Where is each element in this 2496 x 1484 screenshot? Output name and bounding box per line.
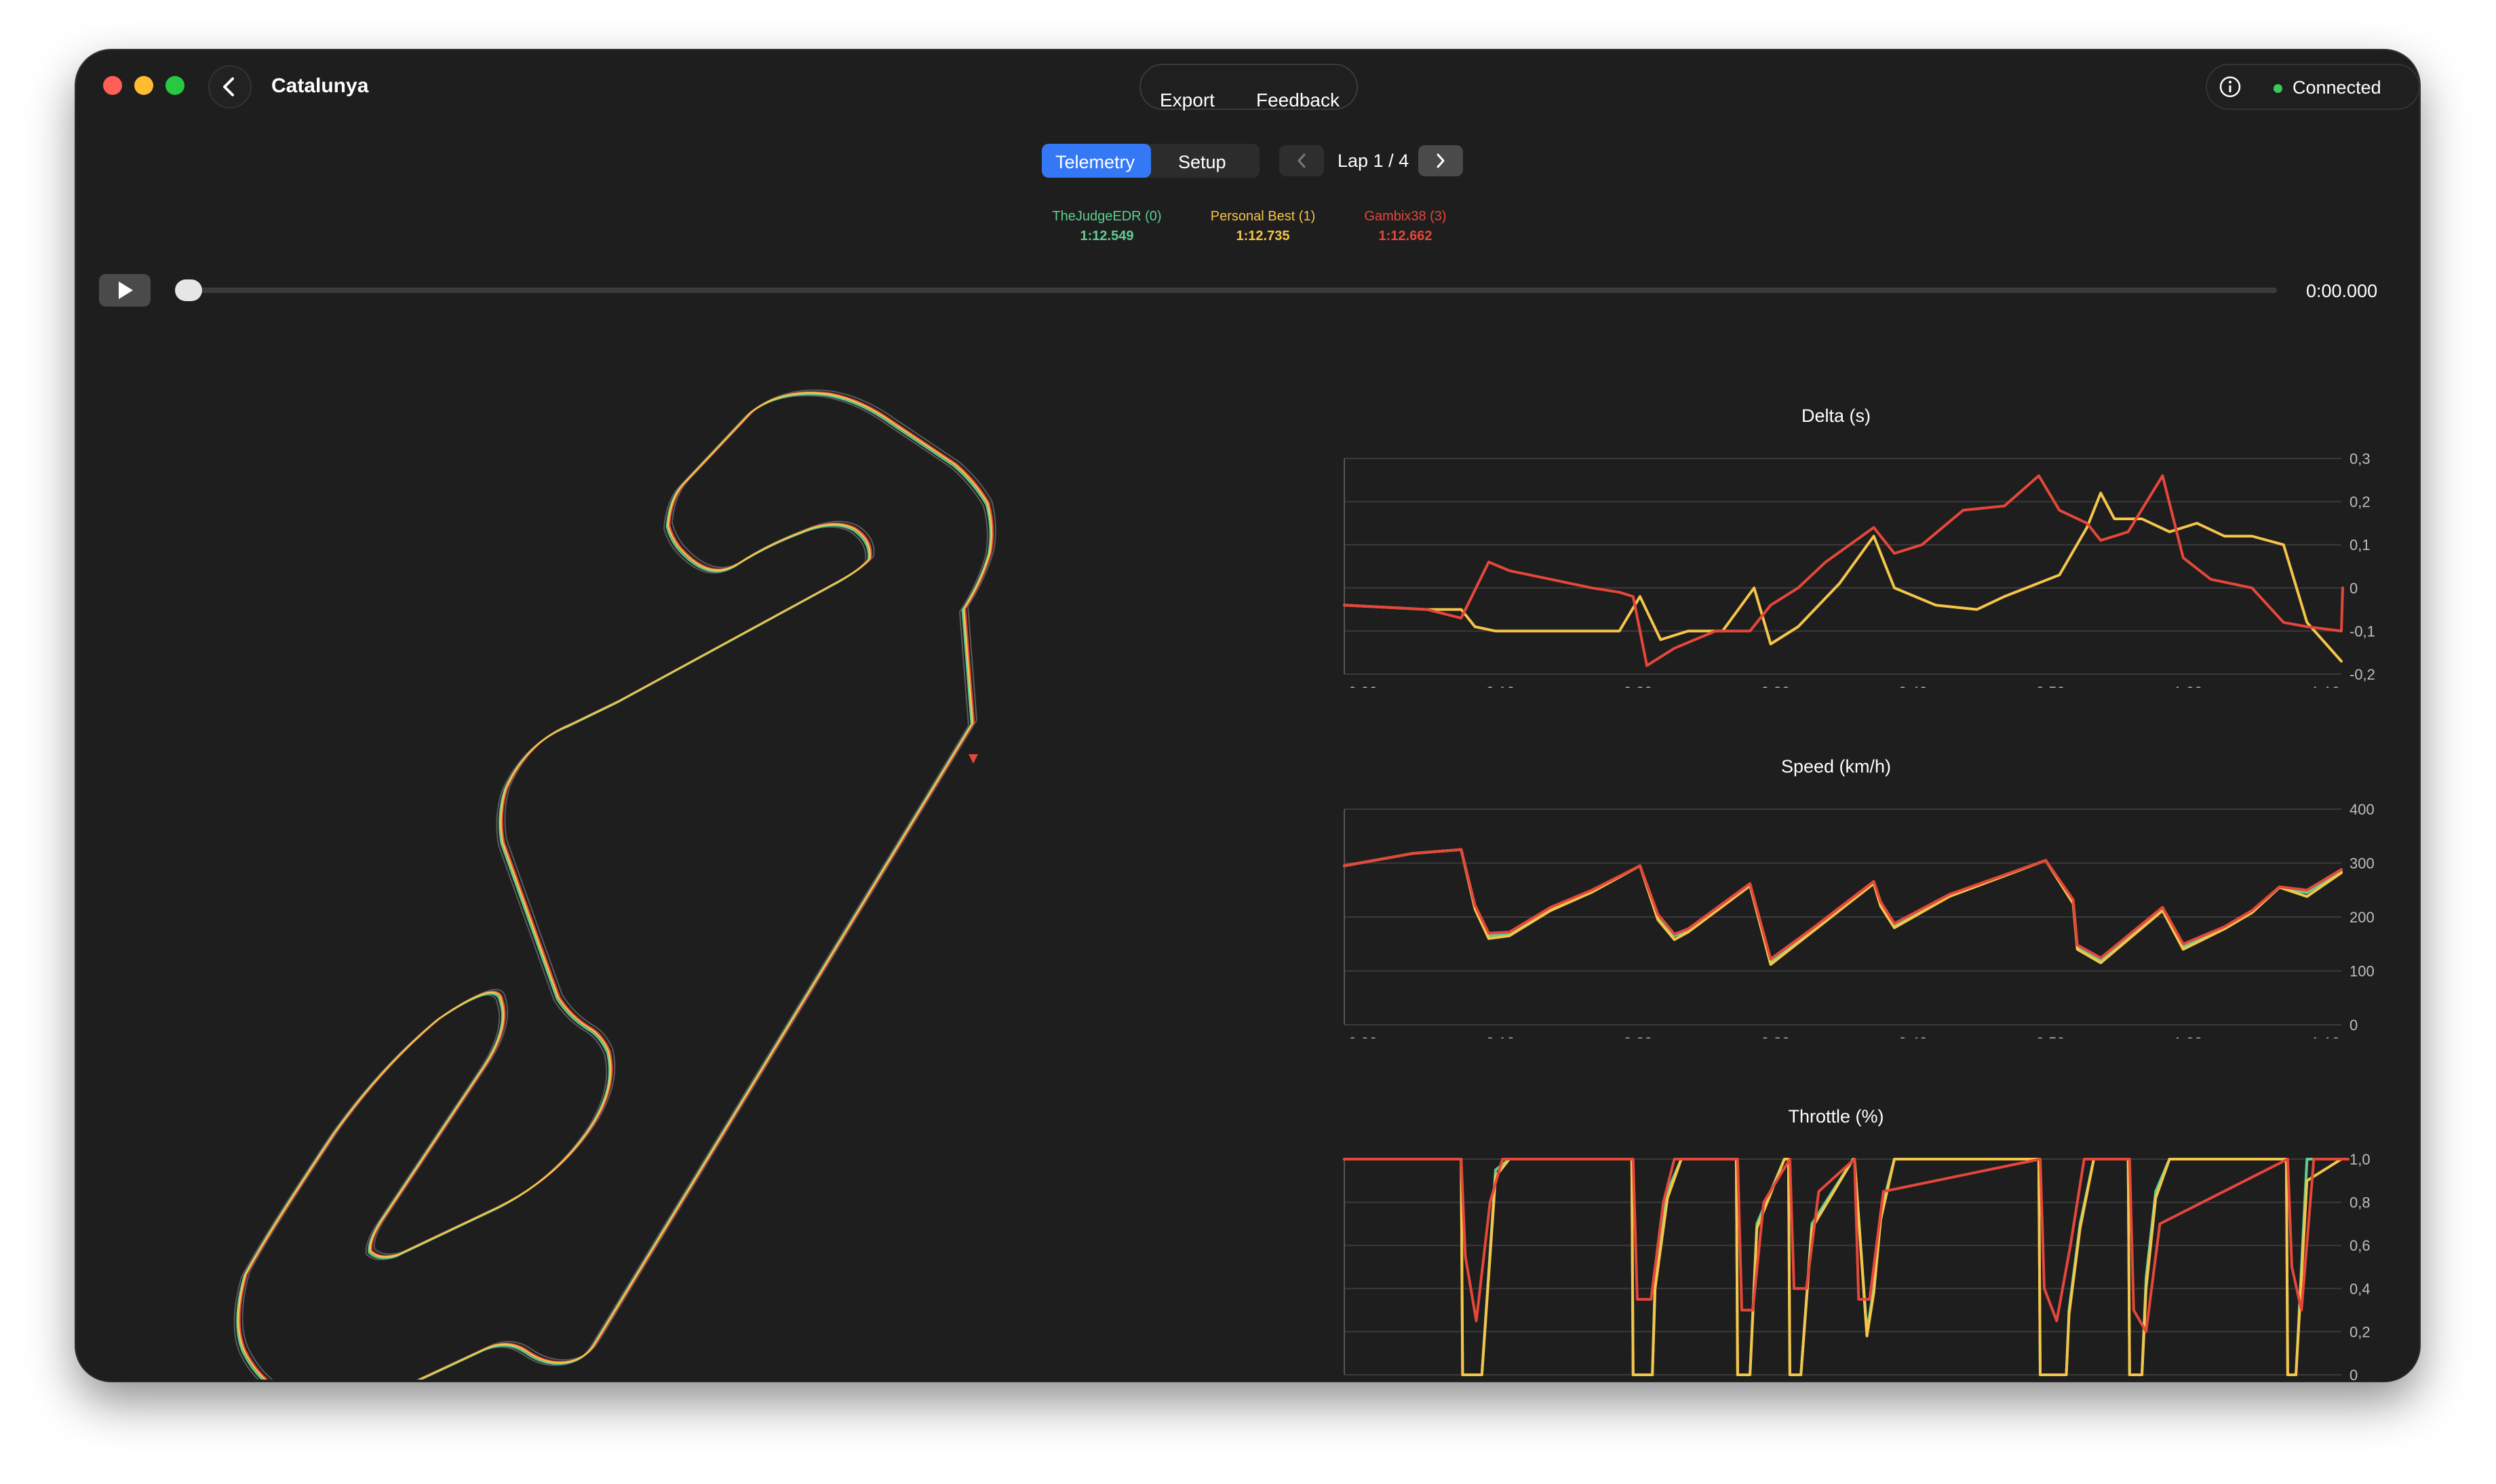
tab-setup[interactable]: Setup	[1151, 144, 1260, 178]
chart-title: Delta (s)	[1801, 406, 1871, 426]
previous-lap-button[interactable]	[1279, 145, 1324, 176]
y-tick-label: 0,8	[2349, 1194, 2371, 1211]
y-tick-label: 1,0	[2349, 1151, 2371, 1168]
driver-legend-item: TheJudgeEDR (0) 1:12.549	[1039, 209, 1175, 244]
chevron-left-icon	[223, 77, 234, 96]
y-tick-label: 0	[2349, 1017, 2358, 1034]
export-button[interactable]: Export	[1160, 90, 1215, 111]
y-tick-label: 0,1	[2349, 536, 2371, 553]
toolbar-actions: Export Feedback	[1139, 64, 1358, 111]
back-button[interactable]	[208, 65, 252, 109]
info-icon[interactable]	[2210, 65, 2250, 109]
driver-name: Gambix38 (3)	[1364, 209, 1447, 224]
next-lap-button[interactable]	[1418, 145, 1463, 176]
driver-lap-time: 1:12.735	[1236, 229, 1290, 243]
driver-name: Personal Best (1)	[1210, 209, 1316, 224]
y-tick-label: 100	[2349, 963, 2375, 980]
minimize-window-button[interactable]	[134, 76, 153, 95]
play-button[interactable]	[99, 274, 151, 307]
y-tick-label: -0,2	[2349, 666, 2375, 683]
driver-lap-time: 1:12.662	[1378, 229, 1432, 243]
zoom-window-button[interactable]	[165, 76, 184, 95]
racing-line-driver-1	[237, 392, 993, 1380]
racing-line-driver-0	[236, 393, 992, 1380]
series-line-1	[1343, 848, 2343, 966]
y-tick-label: -0,1	[2349, 623, 2375, 640]
throttle-chart: Throttle (%)1,00,80,60,40,200:000:100:20…	[1343, 1106, 2371, 1381]
app-window: Catalunya Export Feedback Connected Tele…	[76, 50, 2419, 1381]
chevron-right-icon	[1437, 153, 1445, 168]
feedback-button[interactable]: Feedback	[1256, 90, 1340, 111]
y-tick-label: 0,2	[2349, 1323, 2371, 1340]
y-tick-label: 0	[2349, 580, 2358, 597]
track-map	[233, 389, 996, 1380]
playback-slider-thumb[interactable]	[175, 279, 202, 301]
window-title: Catalunya	[271, 75, 369, 97]
series-line-1	[1343, 474, 2344, 667]
delta-chart: Delta (s)0,30,20,10-0,1-0,20:000:100:200…	[1343, 406, 2375, 688]
chart-title: Speed (km/h)	[1781, 756, 1891, 777]
chevron-left-icon	[1298, 153, 1306, 168]
tab-telemetry[interactable]: Telemetry	[1042, 144, 1151, 178]
y-tick-label: 0,4	[2349, 1281, 2371, 1297]
view-segmented-control: Telemetry Setup	[1042, 144, 1260, 178]
status-dot	[2274, 84, 2282, 93]
close-window-button[interactable]	[103, 76, 122, 95]
y-tick-label: 0,6	[2349, 1237, 2371, 1254]
y-tick-label: 200	[2349, 909, 2375, 926]
driver-name: TheJudgeEDR (0)	[1052, 209, 1162, 224]
driver-lap-time: 1:12.549	[1080, 229, 1134, 243]
track-outline-outer	[241, 389, 996, 1380]
driver-legend-item: Personal Best (1) 1:12.735	[1195, 209, 1331, 244]
y-tick-label: 0	[2349, 1367, 2358, 1381]
playback-time: 0:00.000	[2306, 281, 2378, 301]
y-tick-label: 0,2	[2349, 494, 2371, 511]
playback-slider-track[interactable]	[184, 288, 2277, 293]
tab-setup-label: Setup	[1178, 152, 1226, 172]
series-line-0	[1343, 491, 2343, 663]
connection-status: Connected	[2206, 64, 2419, 110]
tab-telemetry-label: Telemetry	[1055, 152, 1135, 172]
y-tick-label: 400	[2349, 801, 2375, 818]
y-tick-label: 300	[2349, 855, 2375, 872]
racing-line-driver-2	[239, 391, 994, 1380]
y-tick-label: 0,3	[2349, 450, 2371, 467]
car-position-marker	[969, 754, 978, 764]
driver-legend-item: Gambix38 (3) 1:12.662	[1338, 209, 1473, 244]
speed-chart: Speed (km/h)40030020010000:000:100:200:3…	[1343, 756, 2375, 1038]
play-icon	[119, 281, 133, 299]
chart-title: Throttle (%)	[1788, 1106, 1884, 1127]
lap-indicator: Lap 1 / 4	[1338, 151, 1409, 171]
status-label: Connected	[2293, 77, 2381, 98]
